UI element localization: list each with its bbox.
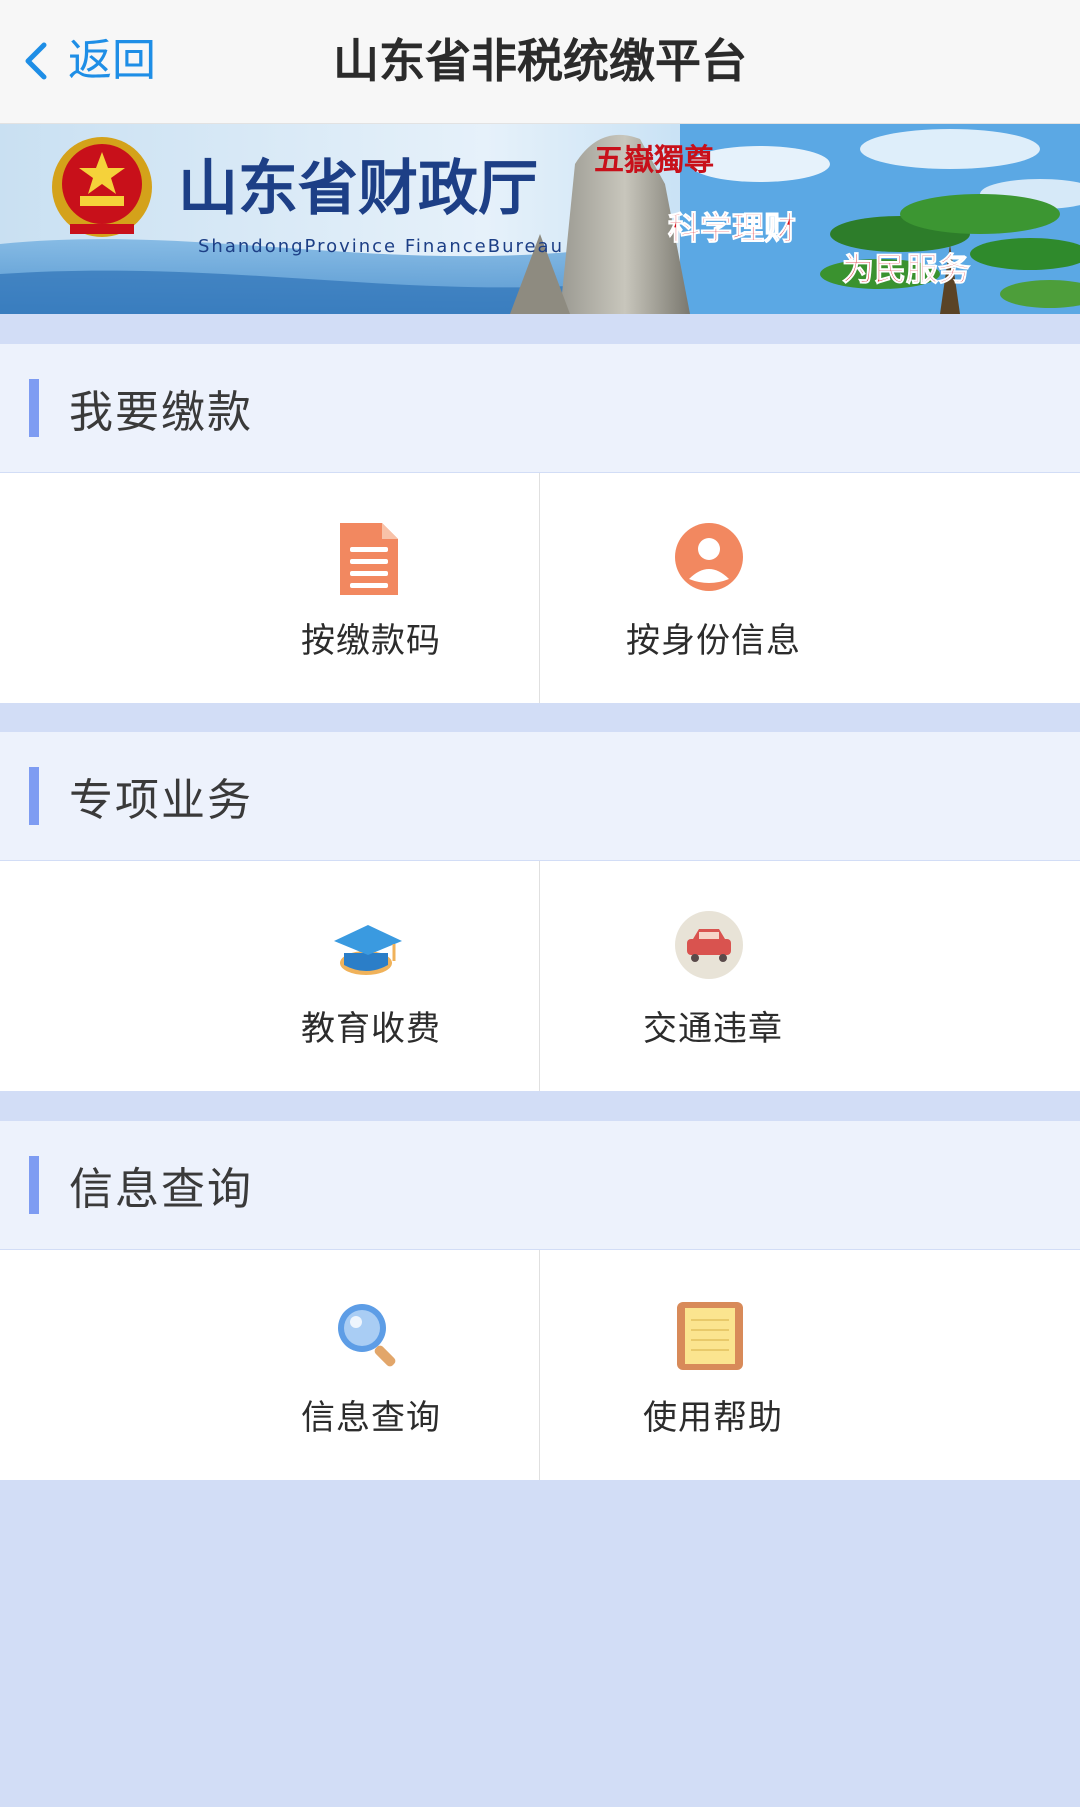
section-accent-bar [29,379,39,437]
section-header-special: 专项业务 [0,732,1080,860]
education-fee-label: 教育收费 [301,1009,441,1049]
car-icon [675,911,743,979]
banner-slogan-2: 为民服务 [842,250,970,288]
notebook-icon [677,1302,743,1370]
traffic-violation-button[interactable]: 交通违章 [540,861,1080,1091]
section-title: 专项业务 [69,775,253,826]
pay-by-code-button[interactable]: 按缴款码 [0,473,540,703]
national-emblem-icon [52,137,152,237]
traffic-violation-label: 交通违章 [643,1009,783,1049]
document-icon [340,523,398,595]
svg-text:五嶽獨尊: 五嶽獨尊 [594,143,714,178]
pay-by-code-label: 按缴款码 [301,621,441,661]
education-fee-button[interactable]: 教育收费 [0,861,540,1091]
info-query-label: 信息查询 [301,1398,441,1438]
section-header-payment: 我要缴款 [0,344,1080,472]
graduation-cap-icon [334,925,402,975]
section-title: 信息查询 [69,1164,253,1215]
section-accent-bar [29,767,39,825]
user-icon [675,523,743,591]
section-header-query: 信息查询 [0,1121,1080,1249]
page-title: 山东省非税统缴平台 [333,34,747,88]
banner-title: 山东省财政厅 [178,154,538,224]
section-grid-payment: 按缴款码 按身份信息 [0,473,1080,703]
info-query-button[interactable]: 信息查询 [0,1250,540,1480]
section-grid-query: 信息查询 使用帮助 [0,1250,1080,1480]
section-accent-bar [29,1156,39,1214]
banner-slogan-1: 科学理财 [668,209,796,247]
pay-by-identity-label: 按身份信息 [626,621,801,661]
banner-subtitle: ShandongProvince FinanceBureau [198,236,564,257]
section-title: 我要缴款 [69,387,253,438]
usage-help-label: 使用帮助 [643,1398,783,1438]
section-grid-special: 教育收费 交通违章 [0,861,1080,1091]
pay-by-identity-button[interactable]: 按身份信息 [540,473,1080,703]
finance-bureau-banner: 山东省财政厅 ShandongProvince FinanceBureau 五嶽… [0,124,1080,314]
magnifier-icon [338,1304,396,1367]
rock-inscription: 五嶽獨尊 [594,143,714,178]
nav-bar: 返回 山东省非税统缴平台 [0,0,1080,124]
usage-help-button[interactable]: 使用帮助 [540,1250,1080,1480]
